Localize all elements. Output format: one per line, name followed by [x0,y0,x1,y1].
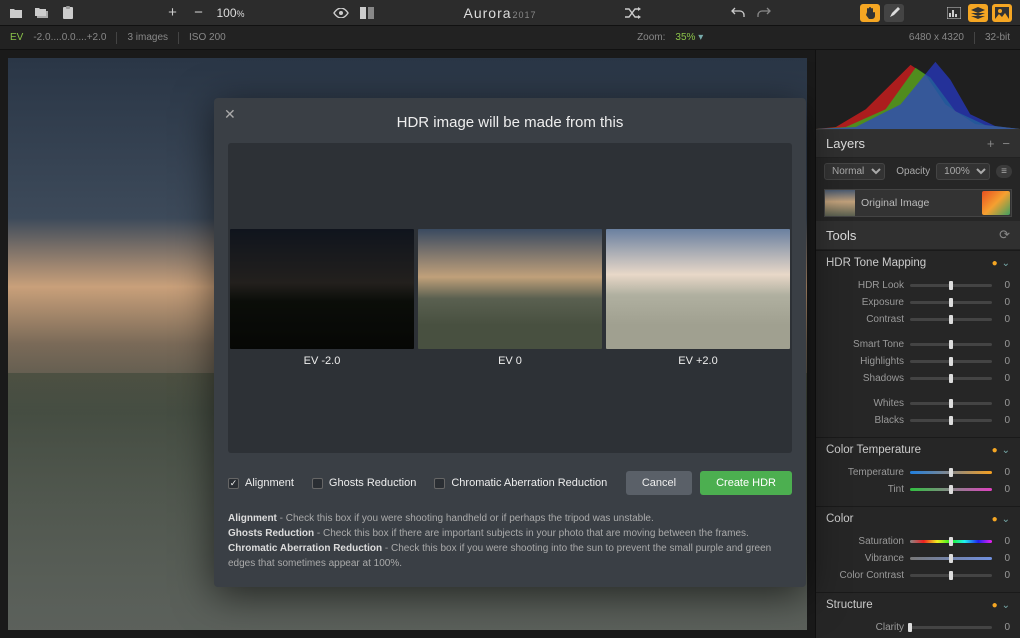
slider-temperature[interactable]: Temperature0 [826,464,1010,481]
section-color[interactable]: Color●⌄ [816,507,1020,531]
bit-depth: 32-bit [985,32,1010,43]
ca-checkbox[interactable]: Chromatic Aberration Reduction [434,477,607,489]
layers-header: Layers+− [816,130,1020,158]
panel-toggle-button[interactable] [992,4,1012,22]
undo-icon[interactable] [730,5,746,21]
slider-blacks[interactable]: Blacks0 [826,412,1010,429]
create-hdr-button[interactable]: Create HDR [700,471,792,495]
histogram[interactable] [816,50,1020,130]
folder-open-icon[interactable] [8,5,24,21]
dialog-title: HDR image will be made from this [228,114,792,131]
slider-vibrance[interactable]: Vibrance0 [826,550,1010,567]
slider-highlights[interactable]: Highlights0 [826,353,1010,370]
dialog-hints: Alignment - Check this box if you were s… [228,511,792,571]
zoom-percent[interactable]: 35% ▾ [675,32,703,43]
alignment-checkbox[interactable]: ✓Alignment [228,477,294,489]
close-icon[interactable]: ✕ [224,106,236,123]
ev-values: -2.0....0.0....+2.0 [33,32,106,43]
zoom-label: Zoom: [637,32,665,43]
layer-original[interactable]: Original Image [824,189,1012,217]
opacity-select[interactable]: 100% [936,163,990,180]
shuffle-icon[interactable] [625,5,641,21]
eye-icon[interactable] [333,5,349,21]
zoom-value[interactable]: 100% [216,6,244,20]
slider-saturation[interactable]: Saturation0 [826,533,1010,550]
slider-exposure[interactable]: Exposure0 [826,294,1010,311]
histogram-toggle-button[interactable] [944,4,964,22]
ev-label: EV [10,32,23,43]
blend-mode-select[interactable]: Normal [824,163,885,180]
slider-shadows[interactable]: Shadows0 [826,370,1010,387]
compare-icon[interactable] [359,5,375,21]
minus-icon[interactable]: − [190,5,206,21]
cancel-button[interactable]: Cancel [626,471,692,495]
layer-thumb [825,190,855,216]
iso-value: ISO 200 [189,32,226,43]
layer-effect-thumb [982,191,1010,215]
folders-icon[interactable] [34,5,50,21]
section-hdr-tone[interactable]: HDR Tone Mapping●⌄ [816,251,1020,275]
slider-smart-tone[interactable]: Smart Tone0 [826,336,1010,353]
hand-tool-button[interactable] [860,4,880,22]
tools-header: Tools⟳ [816,221,1020,250]
brush-tool-button[interactable] [884,4,904,22]
plus-icon[interactable]: + [164,5,180,21]
opacity-label: Opacity [896,166,930,177]
info-bar: EV -2.0....0.0....+2.0 3 images ISO 200 … [0,26,1020,50]
slider-hdr-look[interactable]: HDR Look0 [826,277,1010,294]
hdr-create-dialog: ✕ HDR image will be made from this EV -2… [214,98,806,587]
add-layer-icon[interactable]: + [987,136,995,151]
canvas-area[interactable]: ✕ HDR image will be made from this EV -2… [0,50,815,638]
right-panel: Layers+− Normal Opacity 100% ≡ Original … [815,50,1020,638]
bracket-thumb-ev-plus2[interactable]: EV +2.0 [606,229,790,367]
section-structure[interactable]: Structure●⌄ [816,593,1020,617]
ghosts-checkbox[interactable]: Ghosts Reduction [312,477,416,489]
slider-clarity[interactable]: Clarity0 [826,619,1010,636]
slider-whites[interactable]: Whites0 [826,395,1010,412]
clipboard-icon[interactable] [60,5,76,21]
dimensions: 6480 x 4320 [909,32,964,43]
bracket-thumb-ev-0[interactable]: EV 0 [418,229,602,367]
slider-color-contrast[interactable]: Color Contrast0 [826,567,1010,584]
image-count: 3 images [127,32,168,43]
section-color-temp[interactable]: Color Temperature●⌄ [816,438,1020,462]
top-toolbar: + − 100% Aurora2017 [0,0,1020,26]
remove-layer-icon[interactable]: − [1002,136,1010,151]
refresh-icon[interactable]: ⟳ [999,227,1010,243]
slider-tint[interactable]: Tint0 [826,481,1010,498]
app-brand: Aurora2017 [464,5,537,21]
slider-contrast[interactable]: Contrast0 [826,311,1010,328]
layer-menu-icon[interactable]: ≡ [996,165,1012,178]
layers-toggle-button[interactable] [968,4,988,22]
bracket-thumb-ev-minus2[interactable]: EV -2.0 [230,229,414,367]
redo-icon[interactable] [756,5,772,21]
layer-name: Original Image [855,197,935,209]
